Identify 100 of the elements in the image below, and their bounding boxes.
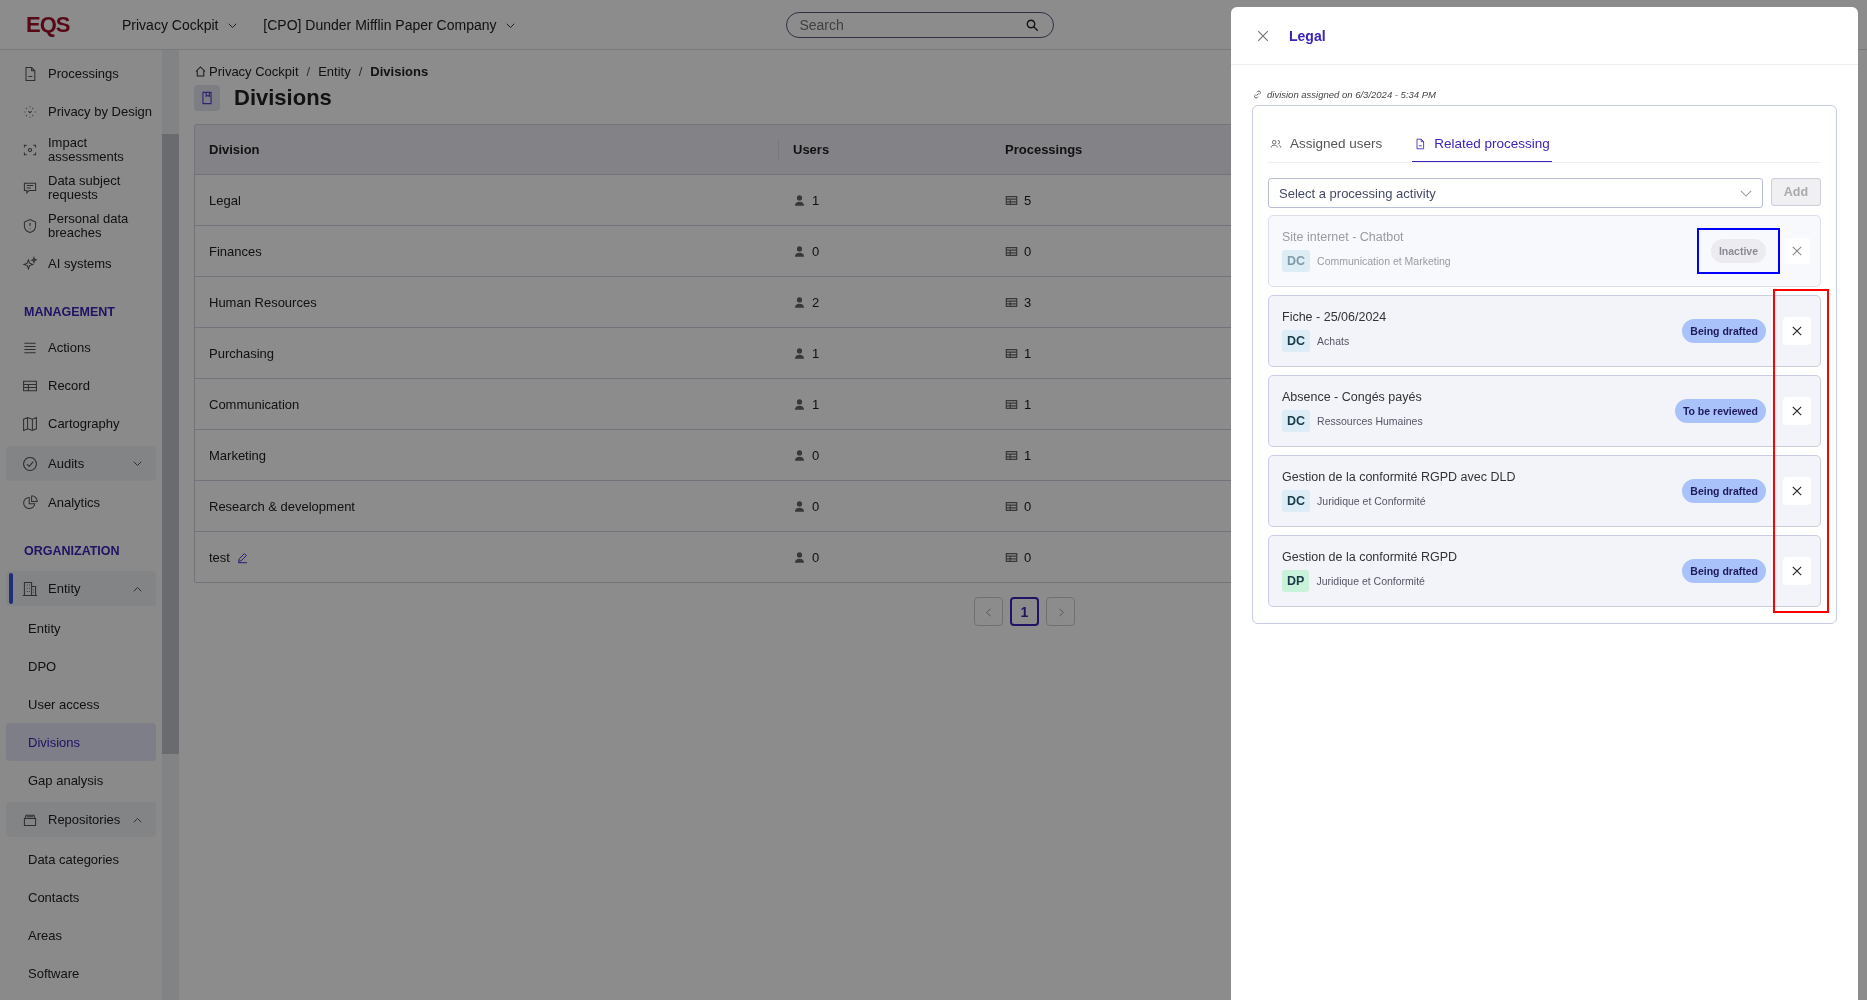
sidebar-item[interactable]: Audits [6, 446, 156, 481]
page-button[interactable]: 1 [1010, 597, 1039, 626]
sidebar-item[interactable]: Cartography [6, 405, 156, 443]
department-label: Achats [1317, 335, 1350, 347]
department-label: Communication et Marketing [1317, 255, 1451, 267]
sidebar-item[interactable]: User access [6, 685, 156, 723]
status-badge: Being drafted [1682, 559, 1766, 583]
processing-title: Absence - Congés payés [1282, 390, 1423, 404]
sidebar-item[interactable]: Impact assessments [6, 131, 156, 169]
sidebar-item[interactable]: Privacy by Design [6, 93, 156, 131]
table-cell: 0 [812, 498, 820, 514]
status-badge: Being drafted [1682, 479, 1766, 503]
close-icon [1790, 244, 1804, 258]
sidebar-item[interactable]: Record [6, 367, 156, 405]
assignment-note: division assigned on 6/3/2024 - 5:34 PM [1267, 89, 1436, 100]
breadcrumb-link[interactable]: Entity [318, 64, 351, 79]
sidebar-item[interactable]: AI systems [6, 245, 156, 283]
sidebar-item[interactable]: Software [6, 954, 156, 992]
sidebar-item[interactable]: Personal data breaches [6, 207, 156, 245]
table-cell: test [209, 549, 230, 565]
breadcrumb-separator: / [306, 64, 311, 79]
role-tag: DC [1282, 410, 1311, 432]
remove-button[interactable] [1784, 558, 1810, 584]
caret-icon [133, 460, 142, 467]
close-icon [1790, 404, 1804, 418]
map-icon [22, 416, 38, 432]
search-icon [1025, 17, 1041, 33]
link-icon [1252, 89, 1263, 100]
table-cell: 1 [1024, 345, 1032, 361]
scrollbar[interactable] [162, 50, 179, 1000]
processing-title: Fiche - 25/06/2024 [1282, 310, 1388, 324]
breadcrumb-separator: / [358, 64, 363, 79]
sidebar-item[interactable]: Processings [6, 55, 156, 93]
department-label: Ressources Humaines [1317, 415, 1423, 427]
book-icon [194, 85, 220, 111]
sidebar-item[interactable]: Repositories [6, 802, 156, 837]
chevron-icon [506, 22, 516, 29]
remove-button[interactable] [1784, 478, 1810, 504]
sidebar-item[interactable]: Data categories [6, 840, 156, 878]
document-icon [1414, 137, 1427, 150]
chevron-icon [1740, 189, 1752, 197]
table-icon [1005, 550, 1018, 564]
table-cell: 1 [812, 396, 820, 412]
user-icon [793, 448, 806, 462]
column-header: Users [793, 142, 830, 157]
sidebar-item[interactable]: Gap analysis [6, 761, 156, 799]
user-icon [793, 244, 806, 258]
remove-button[interactable] [1784, 318, 1810, 344]
shield-icon [22, 218, 38, 234]
column-header: Division [209, 142, 260, 157]
sidebar-item[interactable]: Actions [6, 329, 156, 367]
table-icon [1005, 448, 1018, 462]
table-cell: 2 [812, 294, 820, 310]
table-cell: 0 [812, 447, 820, 463]
search-field[interactable]: Search [786, 11, 1055, 38]
table-cell: Legal [209, 192, 241, 208]
user-icon [793, 499, 806, 513]
status-badge: To be reviewed [1674, 399, 1766, 423]
close-icon [1790, 324, 1804, 338]
sidebar-item[interactable]: Contacts [6, 878, 156, 916]
user-icon [793, 295, 806, 309]
table-icon [22, 378, 38, 394]
table-icon [1005, 193, 1018, 207]
breadcrumb-link[interactable]: Privacy Cockpit [209, 64, 299, 79]
table-cell: Research & development [209, 498, 355, 514]
table-icon [1005, 499, 1018, 513]
table-icon [1005, 295, 1018, 309]
sidebar-item[interactable]: DPO [6, 647, 156, 685]
sidebar-item[interactable]: Entity [6, 609, 156, 647]
tab[interactable]: Assigned users [1268, 116, 1385, 162]
panel-title: Legal [1289, 27, 1326, 44]
table-cell: 5 [1024, 192, 1032, 208]
chevron-icon [228, 22, 238, 29]
processing-title: Gestion de la conformité RGPD avec DLD [1282, 470, 1517, 484]
sidebar-item[interactable]: Analytics [6, 484, 156, 522]
tab[interactable]: Related processing [1412, 116, 1552, 162]
sidebar-item[interactable]: Data subject requests [6, 169, 156, 207]
sidebar-item[interactable]: Areas [6, 916, 156, 954]
user-icon [793, 397, 806, 411]
remove-button[interactable] [1784, 398, 1810, 424]
sidebar-item[interactable]: Divisions [6, 723, 156, 761]
processing-title: Site internet - Chatbot [1282, 230, 1405, 244]
company-dropdown[interactable]: [CPO] Dunder Mifflin Paper Company [263, 16, 516, 33]
table-icon [1005, 397, 1018, 411]
table-cell: 1 [1024, 447, 1032, 463]
processing-select[interactable]: Select a processing activity [1268, 178, 1763, 208]
status-badge: Inactive [1710, 239, 1766, 263]
sidebar-item[interactable]: Entity [6, 571, 156, 606]
focus-icon [22, 142, 38, 158]
module-dropdown[interactable]: Privacy Cockpit [122, 16, 238, 33]
table-icon [1005, 244, 1018, 258]
page-title: Divisions [234, 85, 332, 111]
document-icon [22, 66, 38, 82]
table-cell: 0 [812, 549, 820, 565]
role-tag: DC [1282, 490, 1311, 512]
role-tag: DC [1282, 250, 1311, 272]
table-cell: 3 [1024, 294, 1032, 310]
pencil-icon[interactable] [235, 550, 249, 564]
table-cell: Communication [209, 396, 300, 412]
table-cell: Human Resources [209, 294, 317, 310]
